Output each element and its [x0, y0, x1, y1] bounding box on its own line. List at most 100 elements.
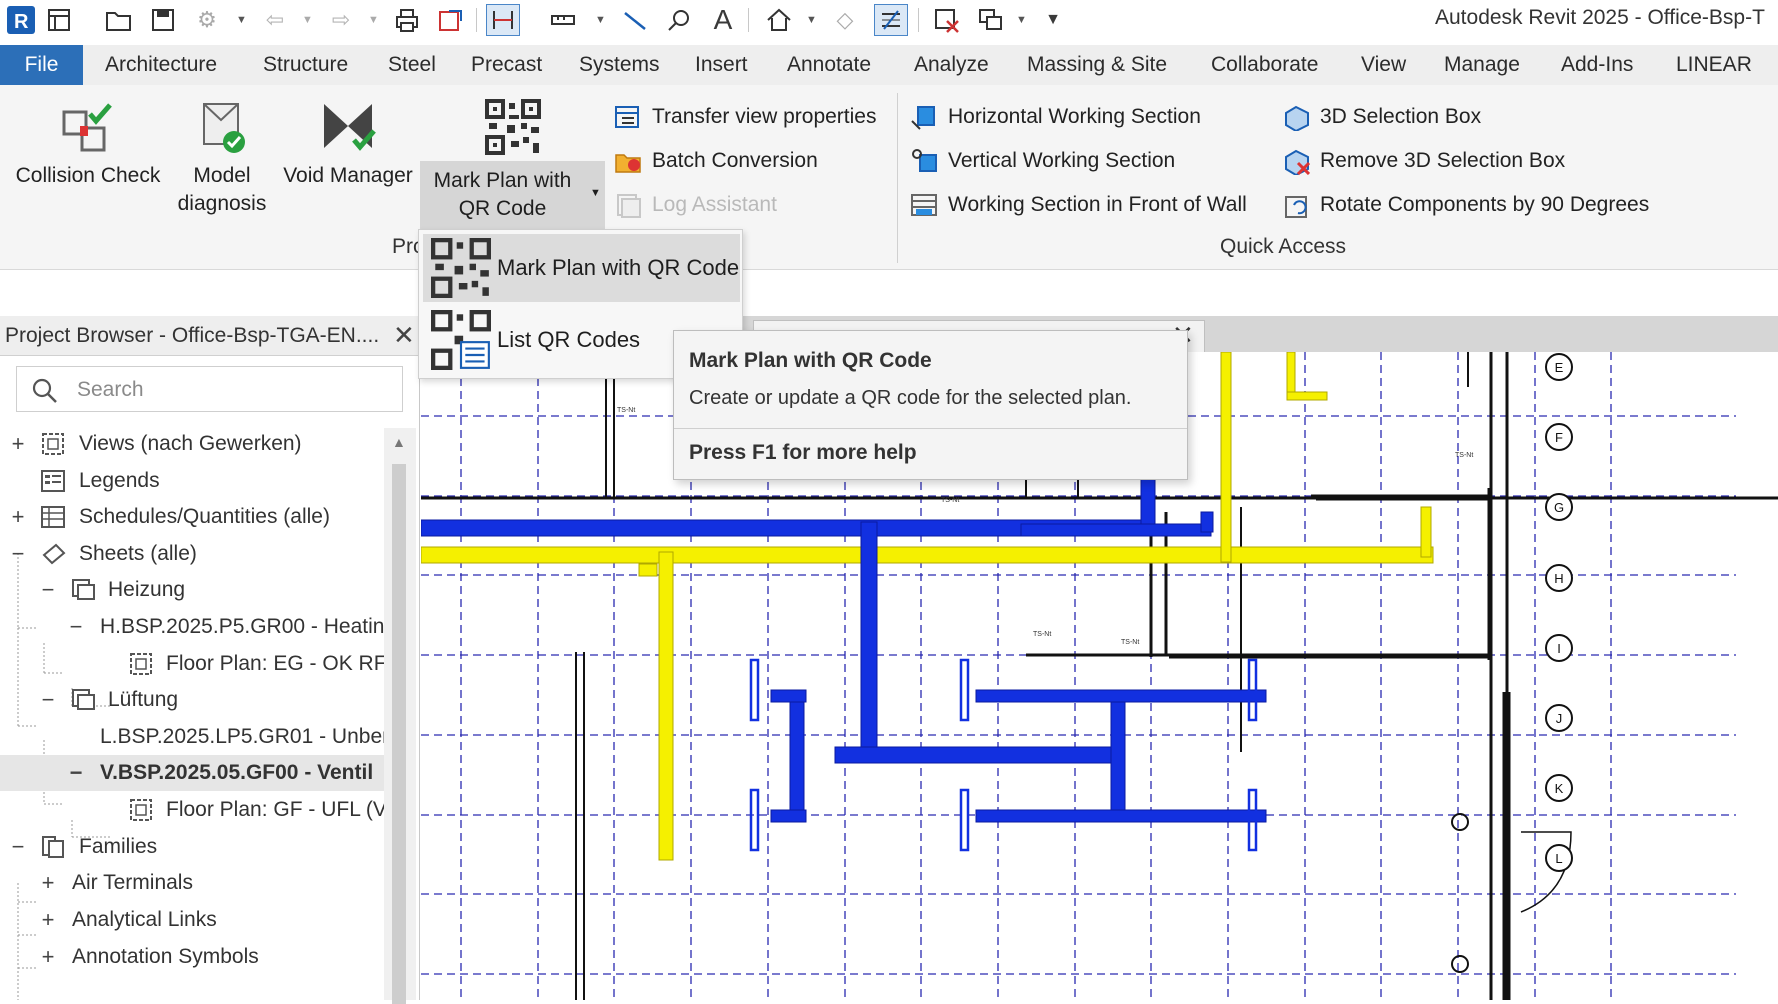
tree-item-heating-sheet[interactable]: − H.BSP.2025.P5.GR00 - Heating	[0, 609, 384, 645]
print-icon[interactable]	[390, 4, 424, 36]
chevron-down-icon[interactable]: ▼	[368, 14, 379, 26]
tree-item-heizung[interactable]: − Heizung	[0, 572, 380, 608]
tab-view[interactable]: View	[1361, 45, 1406, 85]
export-icon[interactable]	[434, 4, 468, 36]
sync-icon[interactable]: ⚙	[190, 4, 224, 36]
vertical-working-section-button[interactable]: Vertical Working Section	[910, 143, 1175, 179]
tree-item-families[interactable]: − Families	[0, 829, 380, 865]
switch-windows-icon[interactable]	[974, 4, 1008, 36]
log-assistant-button[interactable]: Log Assistant	[614, 187, 777, 223]
tree-item-floor-plan-gf[interactable]: Floor Plan: GF - UFL (V	[0, 792, 384, 828]
redo-icon[interactable]: ⇨	[324, 4, 358, 36]
open-folder-icon[interactable]	[102, 4, 136, 36]
tree-item-views[interactable]: + Views (nach Gewerken)	[0, 426, 380, 462]
tree-item-analytical-links[interactable]: + Analytical Links	[0, 902, 380, 938]
tree-item-legends[interactable]: Legends	[0, 463, 380, 499]
tab-collaborate[interactable]: Collaborate	[1211, 45, 1318, 85]
expand-icon[interactable]: +	[8, 499, 28, 535]
search-input[interactable]	[77, 375, 377, 405]
chevron-down-icon[interactable]: ▼	[595, 14, 606, 26]
tree-item-lueftung[interactable]: − Lüftung	[0, 682, 380, 718]
thin-lines-icon[interactable]	[874, 4, 908, 36]
working-section-wall-button[interactable]: Working Section in Front of Wall	[910, 187, 1247, 223]
customize-icon[interactable]: ▼	[1036, 4, 1070, 36]
tag-label: TS-Nt	[1455, 452, 1473, 459]
tree-item-label: Heizung	[108, 578, 186, 601]
tree-item-label: Families	[79, 835, 158, 858]
tab-manage[interactable]: Manage	[1444, 45, 1520, 85]
transfer-view-properties-button[interactable]: Transfer view properties	[614, 99, 876, 135]
tree-item-label: Sheets (alle)	[79, 542, 197, 565]
scroll-up-icon[interactable]: ▲	[392, 434, 406, 450]
wall-section-icon	[910, 191, 938, 219]
menu-item-mark-plan-qr[interactable]: Mark Plan with QR Code	[423, 234, 740, 302]
batch-conversion-button[interactable]: Batch Conversion	[614, 143, 818, 179]
tab-insert[interactable]: Insert	[695, 45, 748, 85]
horizontal-working-section-button[interactable]: Horizontal Working Section	[910, 99, 1201, 135]
void-manager-button[interactable]: Void Manager	[278, 100, 418, 190]
collapse-icon[interactable]: −	[66, 609, 86, 645]
collapse-icon[interactable]: −	[8, 829, 28, 865]
open-file-icon[interactable]	[42, 4, 76, 36]
expand-icon[interactable]: +	[38, 865, 58, 901]
expand-icon[interactable]: +	[8, 426, 28, 462]
tab-add-ins[interactable]: Add-Ins	[1561, 45, 1633, 85]
log-assistant-icon	[614, 191, 642, 219]
tree-item-lueftung-sheet[interactable]: L.BSP.2025.LP5.GR01 - Unben	[0, 719, 384, 755]
chevron-down-icon[interactable]: ▼	[236, 14, 247, 26]
legends-icon	[41, 470, 65, 492]
collapse-icon[interactable]: −	[8, 536, 28, 572]
tab-annotate[interactable]: Annotate	[787, 45, 871, 85]
expand-icon[interactable]: +	[38, 902, 58, 938]
tag-icon[interactable]	[662, 4, 696, 36]
collapse-icon[interactable]: −	[38, 572, 58, 608]
mark-plan-qr-split-button[interactable]: Mark Plan with QR Code ▼	[420, 161, 605, 229]
tab-steel[interactable]: Steel	[388, 45, 436, 85]
tab-architecture[interactable]: Architecture	[105, 45, 217, 85]
tree-item-floor-plan-eg[interactable]: Floor Plan: EG - OK RF	[0, 646, 384, 682]
pin-icon[interactable]: ◇	[828, 4, 862, 36]
tab-precast[interactable]: Precast	[471, 45, 542, 85]
dimension-icon[interactable]	[546, 4, 580, 36]
home-icon[interactable]	[762, 4, 796, 36]
collision-check-button[interactable]: Collision Check	[8, 100, 168, 190]
search-box[interactable]	[16, 366, 403, 412]
tab-analyze[interactable]: Analyze	[914, 45, 989, 85]
tab-file[interactable]: File	[0, 45, 83, 85]
tree-item-annotation-symbols[interactable]: + Annotation Symbols	[0, 939, 380, 975]
chevron-down-icon[interactable]: ▼	[590, 187, 601, 199]
chevron-down-icon[interactable]: ▼	[302, 14, 313, 26]
measure-icon[interactable]	[486, 4, 520, 36]
tree-item-air-terminals[interactable]: + Air Terminals	[0, 865, 380, 901]
scrollbar[interactable]: ▲	[384, 428, 416, 1004]
tooltip-description: Create or update a QR code for the selec…	[689, 387, 1132, 409]
scrollbar-thumb[interactable]	[392, 464, 406, 1004]
tree-item-label: Floor Plan: EG - OK RF	[166, 652, 384, 675]
divider	[897, 93, 898, 263]
project-browser: Project Browser - Office-Bsp-TGA-EN.... …	[0, 316, 420, 1004]
tree-item-sheets[interactable]: − Sheets (alle)	[0, 536, 380, 572]
tab-linear[interactable]: LINEAR	[1676, 45, 1752, 85]
rotate-components-label: Rotate Components by 90 Degrees	[1320, 193, 1650, 216]
save-icon[interactable]	[146, 4, 180, 36]
collapse-icon[interactable]: −	[66, 755, 86, 791]
tree-item-schedules[interactable]: + Schedules/Quantities (alle)	[0, 499, 380, 535]
tab-systems[interactable]: Systems	[579, 45, 660, 85]
close-hidden-icon[interactable]	[930, 4, 964, 36]
line-icon[interactable]	[618, 4, 652, 36]
remove-3d-selection-box-button[interactable]: Remove 3D Selection Box	[1282, 143, 1565, 179]
chevron-down-icon[interactable]: ▼	[1016, 14, 1027, 26]
tab-structure[interactable]: Structure	[263, 45, 348, 85]
model-diagnosis-button[interactable]: Model diagnosis	[172, 100, 272, 218]
chevron-down-icon[interactable]: ▼	[806, 14, 817, 26]
expand-icon[interactable]: +	[38, 939, 58, 975]
undo-icon[interactable]: ⇦	[258, 4, 292, 36]
close-icon[interactable]: ✕	[393, 320, 415, 351]
tree-item-ventil-sheet[interactable]: − V.BSP.2025.05.GF00 - Ventil	[0, 755, 384, 791]
text-icon[interactable]: A	[706, 4, 740, 36]
revit-logo-icon[interactable]: R	[4, 4, 38, 36]
rotate-components-button[interactable]: Rotate Components by 90 Degrees	[1282, 187, 1649, 223]
collapse-icon[interactable]: −	[38, 682, 58, 718]
tab-massing-site[interactable]: Massing & Site	[1027, 45, 1167, 85]
3d-selection-box-button[interactable]: 3D Selection Box	[1282, 99, 1481, 135]
